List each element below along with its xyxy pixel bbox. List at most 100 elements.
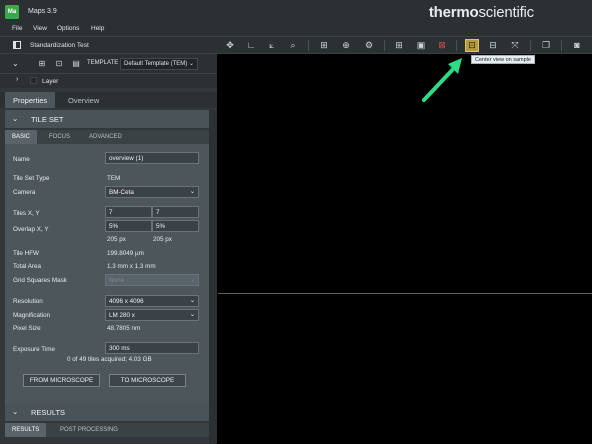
chevron-down-icon: ⌄ [189,297,195,304]
menu-file[interactable]: File [12,25,22,32]
tileset-subtabs: BASIC FOCUS ADVANCED [5,130,209,144]
toolbar: Standardization Test ✥ ∟ ⟀ ⌕ ⊞ ⊕ ⚙ ⊞ ▣ ⊠… [0,36,592,54]
annotation-arrow-icon [422,58,462,102]
overlap-y-input[interactable]: 5% [152,220,199,232]
template-select[interactable]: Default Template (TEM) ⌄ [120,58,198,70]
panel-tabs: Properties Overview [0,92,217,108]
copy-layer-icon[interactable]: ⊡ [53,58,65,69]
subtab-post-processing[interactable]: POST PROCESSING [53,423,125,437]
camera-icon[interactable]: ◙ [571,40,583,51]
overlap-px-x: 205 px [107,236,126,243]
to-microscope-button[interactable]: TO MICROSCOPE [109,374,186,387]
mask-select: None ⌄ [105,274,199,286]
screenshot-icon[interactable]: ⊠ [436,40,448,51]
layer-row[interactable]: › Layer [0,74,217,88]
center-view-tooltip: Center view on sample [471,55,535,64]
tiles-y-input[interactable]: 7 [152,206,199,218]
project-name: Standardization Test [30,42,89,49]
pixel-value: 48.7805 nm [107,325,141,332]
hfw-value: 199.8049 µm [107,250,144,257]
grid-icon[interactable]: ⊞ [318,40,330,51]
app-icon: Ma [5,5,19,19]
center-view-icon[interactable]: ⊡ [465,39,479,52]
toolbar-separator [384,40,385,51]
chevron-down-icon: ⌄ [188,61,194,67]
exposure-input[interactable]: 300 ms [105,342,199,354]
exposure-label: Exposure Time [13,346,55,353]
type-label: Tile Set Type [13,175,50,182]
export-icon[interactable]: ▣ [415,40,427,51]
menu-help[interactable]: Help [91,25,104,32]
panel-toggle-icon[interactable] [13,41,21,49]
magnification-select[interactable]: LM 280 x ⌄ [105,309,199,321]
camera-label: Camera [13,189,36,196]
tiles-x-input[interactable]: 7 [105,206,152,218]
tab-properties[interactable]: Properties [5,92,56,108]
app-title: Maps 3.9 [28,8,57,15]
subtab-advanced[interactable]: ADVANCED [82,130,129,144]
area-label: Total Area [13,263,42,270]
layer-label: Layer [42,78,59,85]
add-layer-icon[interactable]: ⊞ [36,58,48,69]
chevron-down-icon: ⌄ [12,407,19,416]
chevron-down-icon: ⌄ [12,114,19,123]
full-extent-icon[interactable]: ⤧ [509,40,521,51]
subtab-results[interactable]: RESULTS [5,423,47,437]
tileset-section-header[interactable]: ⌄ TILE SET [5,110,209,128]
left-panel: ⌄ ⊞ ⊡ ▤ TEMPLATE Default Template (TEM) ⌄… [0,54,217,444]
panel-scrollbar[interactable] [209,110,217,444]
tab-overview[interactable]: Overview [60,92,107,108]
move-icon[interactable]: ✥ [224,40,236,51]
overlap-x-input[interactable]: 5% [105,220,152,232]
subtab-focus[interactable]: FOCUS [42,130,77,144]
main-canvas[interactable] [218,54,592,444]
camera-select[interactable]: BM-Ceta ⌄ [105,186,199,198]
atlas-icon[interactable]: ⊕ [340,40,352,51]
results-subtabs: RESULTS POST PROCESSING [5,423,209,437]
menu-bar: File View Options Help [0,24,592,36]
template-label: TEMPLATE [87,60,119,66]
menu-view[interactable]: View [33,25,47,32]
mask-label: Grid Squares Mask [13,277,67,284]
fit-icon[interactable]: ⊟ [487,40,499,51]
pixel-label: Pixel Size [13,325,41,332]
type-value: TEM [107,175,121,182]
resolution-select[interactable]: 4096 x 4096 ⌄ [105,295,199,307]
toolbar-separator [561,40,562,51]
name-label: Name [13,156,30,163]
tiles-label: Tiles X, Y [13,210,40,217]
ruler-icon[interactable]: ∟ [245,40,257,51]
chevron-right-icon[interactable]: › [16,76,18,83]
toolbar-separator [530,40,531,51]
from-microscope-button[interactable]: FROM MICROSCOPE [23,374,100,387]
overlap-label: Overlap X, Y [13,226,49,233]
hfw-label: Tile HFW [13,250,39,257]
magnification-label: Magnification [13,312,51,319]
canvas-divider [218,293,592,294]
brand-logo: thermoscientific [428,4,534,21]
acquisition-status: 0 of 49 tiles acquired; 4.03 GB [67,356,152,363]
save-template-icon[interactable]: ▤ [70,58,82,69]
template-row: ⌄ ⊞ ⊡ ▤ TEMPLATE Default Template (TEM) ⌄ [0,54,217,74]
layer-visibility-checkbox[interactable] [30,77,37,84]
add-icon[interactable]: ⊞ [393,40,405,51]
title-bar: Ma Maps 3.9 thermoscientific [0,0,592,24]
menu-options[interactable]: Options [57,25,79,32]
tileset-form: Name overview (1) Tile Set Type TEM Came… [5,144,209,406]
angle-icon[interactable]: ⟀ [266,40,278,51]
results-section-header[interactable]: ⌄ RESULTS [5,403,209,421]
area-value: 1.3 mm x 1.3 mm [107,263,156,270]
name-input[interactable]: overview (1) [105,152,199,164]
subtab-basic[interactable]: BASIC [5,130,38,144]
window-icon[interactable]: ❐ [540,40,552,51]
zoom-icon[interactable]: ⌕ [287,40,299,51]
toolbar-separator [308,40,309,51]
settings-icon[interactable]: ⚙ [363,40,375,51]
chevron-down-icon[interactable]: ⌄ [12,59,19,68]
chevron-down-icon: ⌄ [189,311,195,318]
chevron-down-icon: ⌄ [189,188,195,195]
overlap-px-y: 205 px [153,236,172,243]
chevron-down-icon: ⌄ [189,276,195,283]
resolution-label: Resolution [13,298,43,305]
toolbar-separator [456,40,457,51]
